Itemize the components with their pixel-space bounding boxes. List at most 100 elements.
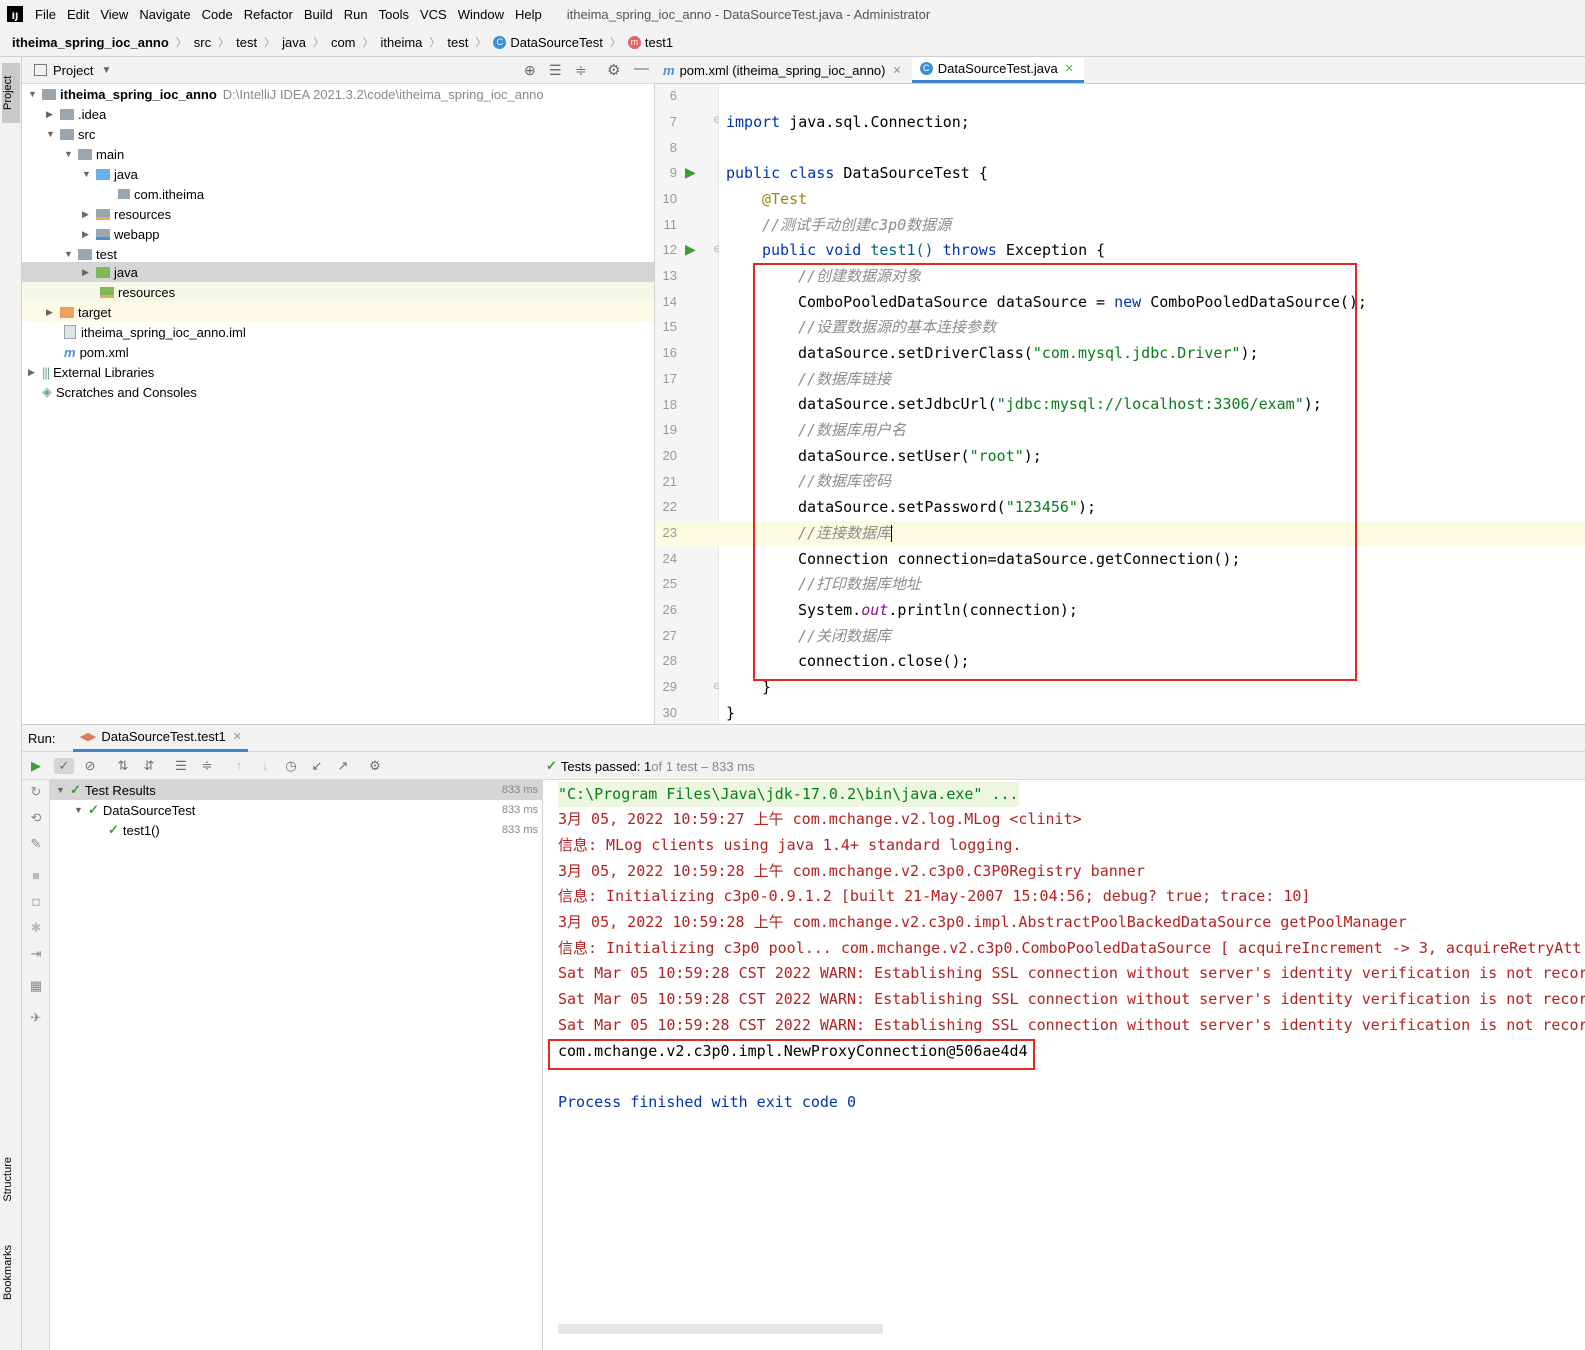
minimize-icon[interactable]: — bbox=[634, 60, 649, 77]
run-gutter-icon[interactable]: ▶ bbox=[685, 241, 696, 258]
expand-all-icon[interactable]: ☰ bbox=[173, 758, 189, 774]
import-tests-icon[interactable]: ↙ bbox=[309, 758, 325, 774]
node-label: com.itheima bbox=[134, 186, 205, 202]
history-icon[interactable]: ◷ bbox=[283, 758, 299, 774]
menu-refactor[interactable]: Refactor bbox=[244, 7, 293, 22]
menu-window[interactable]: Window bbox=[458, 7, 504, 22]
chevron-down-icon[interactable]: ▼ bbox=[101, 65, 111, 76]
breadcrumb-test-pkg[interactable]: test bbox=[447, 35, 468, 50]
stop-icon[interactable]: ■ bbox=[28, 868, 44, 884]
tree-node-com-itheima[interactable]: com.itheima bbox=[118, 184, 204, 204]
menu-code[interactable]: Code bbox=[202, 7, 233, 22]
wrench-icon[interactable]: ✎ bbox=[28, 836, 44, 852]
sort-duration-icon[interactable]: ⇵ bbox=[141, 758, 157, 774]
rerun-icon[interactable]: ▶ bbox=[28, 758, 44, 774]
chevron-down-icon: ▼ bbox=[64, 149, 73, 159]
check-icon: ✓ bbox=[88, 802, 99, 817]
console-output[interactable]: "C:\Program Files\Java\jdk-17.0.2\bin\ja… bbox=[543, 780, 1585, 1350]
tree-node-webapp[interactable]: ▶ webapp bbox=[82, 224, 160, 244]
tree-node-main-java[interactable]: ▼ java bbox=[82, 164, 138, 184]
menu-file[interactable]: File bbox=[35, 7, 56, 22]
test-row-class[interactable]: ▼ ✓ DataSourceTest 833 ms bbox=[50, 800, 543, 820]
test-row-results[interactable]: ▼ ✓ Test Results 833 ms bbox=[50, 780, 543, 800]
project-tool-tab[interactable]: Project bbox=[2, 63, 20, 123]
collapse-all-icon[interactable]: ≑ bbox=[199, 758, 215, 774]
menu-view[interactable]: View bbox=[100, 7, 128, 22]
close-icon[interactable]: ✕ bbox=[233, 730, 242, 743]
run-gutter-icon[interactable]: ▶ bbox=[685, 164, 696, 181]
export-tests-icon[interactable]: ↗ bbox=[335, 758, 351, 774]
tree-node-scratches[interactable]: ◈ Scratches and Consoles bbox=[42, 382, 197, 402]
tree-node-root[interactable]: ▼ itheima_spring_ioc_anno D:\IntelliJ ID… bbox=[28, 84, 544, 104]
show-ignored-icon[interactable]: ⊘ bbox=[82, 758, 98, 774]
tree-node-idea[interactable]: ▶ .idea bbox=[46, 104, 106, 124]
breadcrumb-test[interactable]: test bbox=[236, 35, 257, 50]
menu-navigate[interactable]: Navigate bbox=[139, 7, 190, 22]
test-time: 833 ms bbox=[501, 784, 538, 796]
node-label: java bbox=[114, 166, 138, 182]
camera-icon[interactable]: ◘ bbox=[28, 894, 44, 910]
run-tab-label: DataSourceTest.test1 bbox=[101, 729, 226, 744]
menu-tools[interactable]: Tools bbox=[379, 7, 409, 22]
editor-tabs: m pom.xml (itheima_spring_ioc_anno) ✕ C … bbox=[655, 57, 1585, 84]
tree-node-main[interactable]: ▼ main bbox=[64, 144, 124, 164]
tree-node-pom[interactable]: m pom.xml bbox=[64, 342, 129, 362]
chevron-right-icon: ▶ bbox=[46, 306, 53, 317]
run-toolbar: ▶ ✓ ⊘ ⇅ ⇵ ☰ ≑ ↑ ↓ ◷ ↙ ↗ ⚙ ✓ Tests passed… bbox=[22, 752, 1585, 780]
gear-icon[interactable]: ⚙ bbox=[367, 758, 383, 774]
breadcrumb-com[interactable]: com bbox=[331, 35, 356, 50]
tab-datasourcetest[interactable]: C DataSourceTest.java ✕ bbox=[911, 57, 1084, 83]
tab-pom-xml[interactable]: m pom.xml (itheima_spring_ioc_anno) ✕ bbox=[655, 57, 912, 83]
node-label: main bbox=[96, 146, 125, 162]
breadcrumb-method[interactable]: test1 bbox=[645, 35, 673, 50]
sort-alpha-icon[interactable]: ⇅ bbox=[115, 758, 131, 774]
chevron-right-icon: ▶ bbox=[46, 108, 53, 119]
layout-icon[interactable]: ▦ bbox=[28, 978, 44, 994]
node-label: pom.xml bbox=[79, 344, 129, 360]
close-icon[interactable]: ✕ bbox=[1065, 62, 1074, 75]
structure-tool-tab[interactable]: Structure bbox=[2, 1157, 14, 1202]
exit-icon[interactable]: ⇥ bbox=[28, 946, 44, 962]
line-number: 18 bbox=[662, 397, 677, 412]
show-passed-icon[interactable]: ✓ bbox=[54, 758, 74, 774]
close-icon[interactable]: ✕ bbox=[893, 64, 902, 77]
gear-icon[interactable]: ⚙ bbox=[607, 61, 620, 79]
bookmarks-tool-tab[interactable]: Bookmarks bbox=[2, 1245, 14, 1300]
code-editor[interactable]: import java.sql.Connection; public class… bbox=[719, 84, 1585, 724]
tree-node-main-resources[interactable]: ▶ resources bbox=[82, 204, 171, 224]
coverage-icon[interactable]: ✱ bbox=[28, 920, 44, 936]
tree-node-src[interactable]: ▼ src bbox=[46, 124, 95, 144]
breadcrumb-class[interactable]: DataSourceTest bbox=[510, 35, 603, 50]
menu-run[interactable]: Run bbox=[344, 7, 368, 22]
expand-all-icon[interactable]: ☰ bbox=[549, 62, 562, 79]
tree-node-test-resources[interactable]: resources bbox=[22, 282, 654, 302]
locate-icon[interactable]: ⊕ bbox=[524, 62, 536, 79]
tree-node-test[interactable]: ▼ test bbox=[64, 244, 117, 264]
node-label: resources bbox=[114, 206, 172, 222]
horizontal-scrollbar[interactable] bbox=[558, 1324, 883, 1334]
breadcrumb-src[interactable]: src bbox=[194, 35, 211, 50]
menu-edit[interactable]: Edit bbox=[67, 7, 89, 22]
pin-icon[interactable]: ✈ bbox=[28, 1010, 44, 1026]
test-row-method[interactable]: ✓ test1() 833 ms bbox=[50, 820, 543, 840]
menu-build[interactable]: Build bbox=[304, 7, 333, 22]
highlight-box-code bbox=[753, 263, 1357, 681]
breadcrumb-itheima[interactable]: itheima bbox=[381, 35, 423, 50]
intellij-logo-icon: IJ bbox=[7, 6, 23, 22]
toggle-auto-test-icon[interactable]: ⟲ bbox=[28, 810, 44, 826]
collapse-all-icon[interactable]: ≑ bbox=[575, 62, 587, 79]
rerun-failed-icon[interactable]: ↻ bbox=[28, 784, 44, 800]
breadcrumb-java[interactable]: java bbox=[282, 35, 306, 50]
project-panel-title[interactable]: Project bbox=[53, 63, 93, 78]
menu-help[interactable]: Help bbox=[515, 7, 542, 22]
menu-vcs[interactable]: VCS bbox=[420, 7, 447, 22]
tree-node-iml[interactable]: itheima_spring_ioc_anno.iml bbox=[64, 322, 246, 342]
run-tab[interactable]: ◀▶ DataSourceTest.test1 ✕ bbox=[73, 725, 248, 752]
previous-failed-icon[interactable]: ↑ bbox=[231, 758, 247, 774]
root-name: itheima_spring_ioc_anno bbox=[60, 86, 217, 102]
tree-node-target[interactable]: ▶ target bbox=[22, 302, 654, 322]
tree-node-external-libraries[interactable]: ▶ ||| External Libraries bbox=[28, 362, 154, 382]
breadcrumb-project[interactable]: itheima_spring_ioc_anno bbox=[12, 35, 169, 50]
tree-node-test-java[interactable]: ▶ java bbox=[22, 262, 654, 282]
next-failed-icon[interactable]: ↓ bbox=[257, 758, 273, 774]
